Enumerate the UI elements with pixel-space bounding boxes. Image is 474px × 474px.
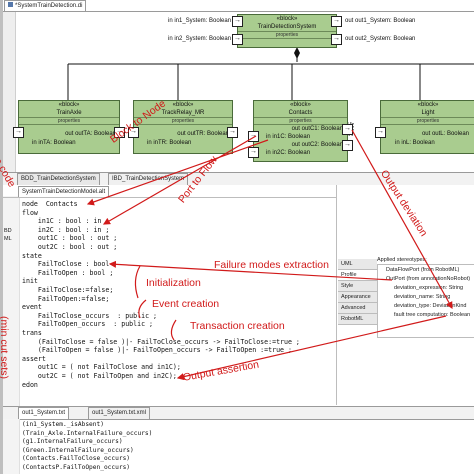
annotation-min-cut-sets: (min cut sets) bbox=[0, 316, 10, 380]
annotation-initialization: Initialization bbox=[146, 277, 201, 289]
annotation-transaction-creation: Transaction creation bbox=[190, 320, 285, 332]
annotation-failure-modes: Failure modes extraction bbox=[214, 259, 329, 271]
annotation-arrows bbox=[86, 129, 453, 381]
annotation-event-creation: Event creation bbox=[152, 298, 220, 310]
